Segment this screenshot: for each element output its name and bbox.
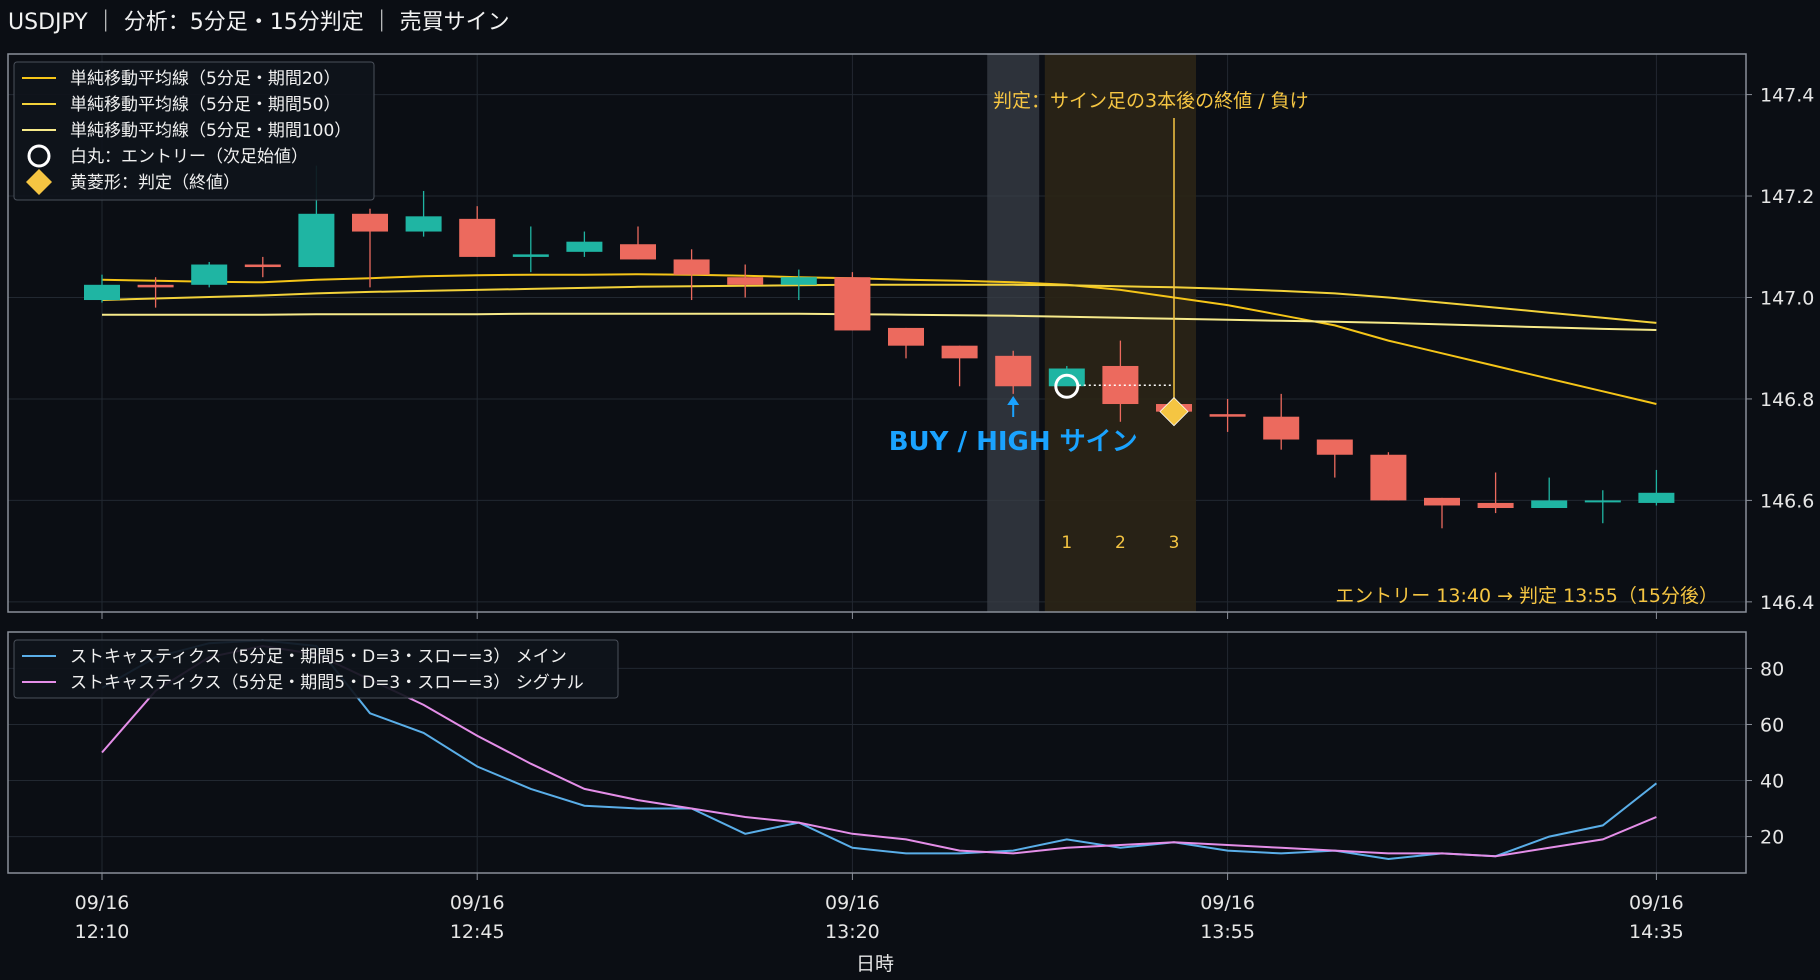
candle-body: [298, 213, 335, 268]
legend-label-entry: 白丸：エントリー（次足始値）: [70, 147, 308, 167]
price-tick-label: 146.4: [1760, 592, 1814, 614]
candle-body: [1584, 500, 1621, 503]
candle: [888, 327, 924, 359]
candle: [1424, 497, 1460, 529]
entry-judgment-footer: エントリー 13:40 → 判定 13:55（15分後）: [1335, 585, 1718, 607]
candle: [1638, 469, 1675, 506]
time-tick-time: 13:55: [1200, 921, 1255, 943]
candle: [191, 261, 228, 288]
legends: 単純移動平均線（5分足・期間20） 単純移動平均線（5分足・期間50） 単純移動平均…: [13, 61, 619, 699]
candle-body: [137, 284, 174, 288]
candle: [941, 345, 978, 387]
candle-body: [620, 244, 656, 260]
candle: [834, 272, 871, 331]
candle: [405, 190, 442, 237]
candle-body: [834, 277, 871, 331]
candle-body: [512, 254, 549, 257]
candle-body: [995, 355, 1032, 387]
price-tick-label: 146.8: [1760, 389, 1814, 411]
time-tick-time: 12:10: [75, 921, 130, 943]
ma100-line: [102, 312, 1657, 331]
candle: [244, 256, 281, 278]
signal-highlight: [987, 54, 1196, 612]
legend-label-stoch_main: ストキャスティクス（5分足・期間5・D=3・スロー=3） メイン: [70, 647, 567, 667]
candle: [512, 226, 549, 273]
time-tick-date: 09/16: [75, 892, 130, 914]
candle-body: [673, 259, 710, 275]
price-tick-label: 147.0: [1760, 287, 1814, 309]
candle-body: [244, 264, 281, 268]
candle: [1477, 472, 1514, 514]
candle-body: [1424, 497, 1460, 506]
candle-body: [888, 327, 924, 346]
time-tick-time: 12:45: [450, 921, 505, 943]
candle-body: [1048, 368, 1085, 387]
candle-body: [780, 277, 817, 285]
candlesticks: [84, 165, 1675, 529]
stoch-tick-label: 80: [1760, 658, 1784, 680]
judgment-note-label: 判定：サイン足の3本後の終値 / 負け: [993, 90, 1309, 112]
stochastic-legend: ストキャスティクス（5分足・期間5・D=3・スロー=3） メインストキャスティク…: [13, 639, 619, 699]
axis-labels: 146.4 146.6 146.8 147.0 147.2 147.4 20 40 60 80 09…: [75, 85, 1815, 975]
candle-body: [1370, 454, 1407, 501]
candle: [459, 206, 496, 257]
signal-candle-band: [987, 54, 1040, 612]
legend-label-judge: 黄菱形：判定（終値）: [70, 173, 240, 193]
candle-body: [1477, 502, 1514, 509]
time-tick-time: 14:35: [1629, 921, 1684, 943]
stoch-tick-label: 20: [1760, 827, 1784, 849]
candle-body: [191, 264, 228, 285]
price-tick-label: 146.6: [1760, 490, 1814, 512]
signal-label: BUY / HIGH サイン: [889, 427, 1138, 457]
stoch-tick-label: 60: [1760, 714, 1784, 736]
candle-body: [1209, 414, 1246, 417]
main-legend: 単純移動平均線（5分足・期間20） 単純移動平均線（5分足・期間50） 単純移動平均…: [13, 61, 375, 201]
candle: [673, 249, 710, 301]
time-tick-date: 09/16: [825, 892, 880, 914]
x-axis-label: 日時: [856, 953, 894, 975]
legend-label-ma20: 単純移動平均線（5分足・期間20）: [70, 69, 340, 89]
time-tick-date: 09/16: [1629, 892, 1684, 914]
time-tick-time: 13:20: [825, 921, 880, 943]
candle-body: [566, 241, 603, 252]
candle: [727, 264, 764, 298]
candle-body: [405, 216, 442, 232]
candle: [620, 226, 656, 260]
count-label-1: 1: [1061, 533, 1072, 553]
chart-canvas: 判定：サイン足の3本後の終値 / 負け BUY / HIGH サイン 1 2 3 エントリ…: [7, 53, 1815, 975]
price-tick-label: 147.2: [1760, 186, 1814, 208]
ma50-line: [101, 283, 1657, 324]
candle: [352, 208, 388, 288]
legend-label-ma50: 単純移動平均線（5分足・期間50）: [70, 95, 340, 115]
legend-label-ma100: 単純移動平均線（5分足・期間100）: [70, 121, 351, 141]
candle: [1370, 452, 1407, 501]
candle-body: [941, 345, 978, 359]
candle: [1316, 439, 1353, 478]
candle: [1263, 393, 1300, 450]
candle-body: [1638, 492, 1675, 503]
candle: [780, 269, 817, 301]
candle-body: [727, 277, 764, 285]
candle-body: [1316, 439, 1353, 455]
candle: [1584, 490, 1621, 524]
price-tick-label: 147.4: [1760, 85, 1814, 107]
candle: [84, 274, 120, 303]
candle-body: [352, 213, 388, 232]
legend-label-stoch_signal: ストキャスティクス（5分足・期間5・D=3・スロー=3） シグナル: [70, 673, 584, 693]
candle-body: [1531, 500, 1568, 509]
time-tick-date: 09/16: [450, 892, 505, 914]
time-tick-date: 09/16: [1200, 892, 1255, 914]
candle: [566, 231, 603, 257]
count-label-2: 2: [1115, 533, 1126, 553]
count-label-3: 3: [1169, 533, 1180, 553]
candle-body: [84, 284, 120, 301]
candle-body: [459, 218, 496, 257]
candle: [1209, 398, 1246, 432]
stoch-tick-label: 40: [1760, 771, 1784, 793]
moving-average-lines: [101, 273, 1657, 405]
candle-body: [1263, 416, 1300, 440]
candle: [1531, 477, 1568, 509]
